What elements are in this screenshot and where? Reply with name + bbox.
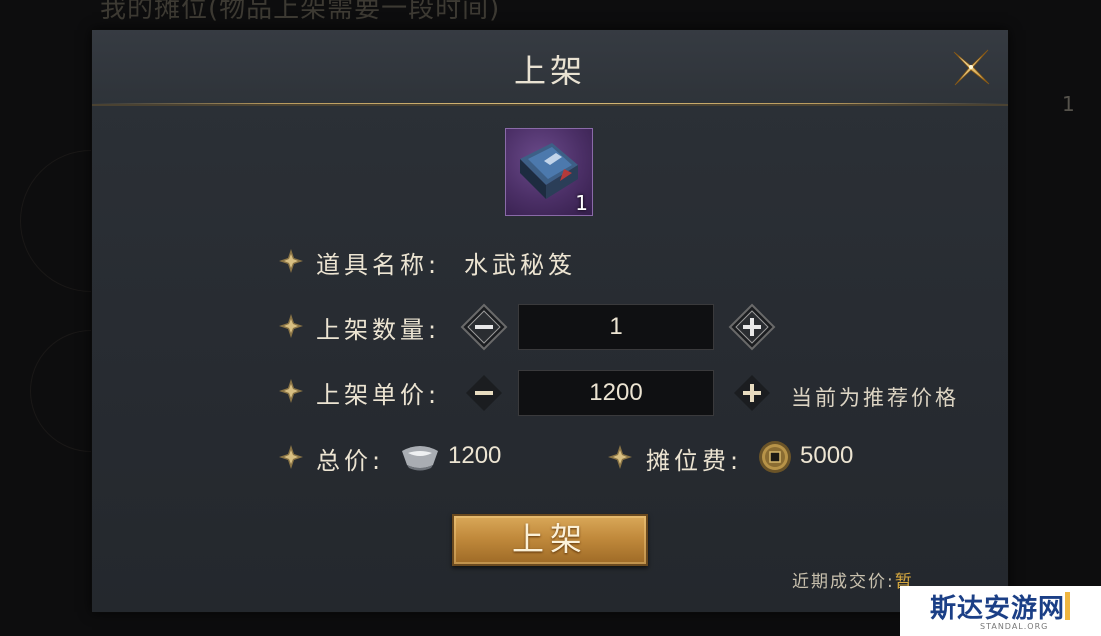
unit-price-input[interactable]: 1200: [518, 370, 714, 416]
plus-icon: [728, 303, 776, 351]
diamond-bullet-icon: [279, 445, 303, 469]
close-button[interactable]: [948, 44, 994, 90]
diamond-bullet-icon: [279, 379, 303, 403]
quantity-label: 上架数量:: [316, 316, 441, 344]
watermark-logo: 斯达安游网 STANDAL.ORG: [900, 586, 1101, 636]
quantity-input[interactable]: 1: [518, 304, 714, 350]
price-decrement-button[interactable]: [460, 369, 508, 417]
header-divider: [92, 103, 1008, 104]
close-x-icon: [953, 49, 990, 86]
quantity-decrement-button[interactable]: [460, 303, 508, 351]
recent-price: 近期成交价:暂: [792, 567, 914, 592]
copper-coin-icon: [759, 441, 791, 473]
silver-ingot-icon: [402, 446, 438, 471]
quantity-increment-button[interactable]: [728, 303, 776, 351]
recent-price-label: 近期成交价:: [792, 572, 895, 592]
diamond-bullet-icon: [279, 249, 303, 273]
stall-fee-value: 5000: [800, 442, 854, 469]
background-count: 1: [1062, 92, 1075, 116]
watermark-text: 斯达安游网: [930, 594, 1066, 624]
item-name-label: 道具名称:: [316, 251, 441, 279]
item-slot[interactable]: 1: [505, 128, 593, 216]
stall-fee-label: 摊位费:: [646, 447, 743, 475]
list-item-dialog: 上架 1 道具名称: 水武秘笈 上架数量: 1 上架单价: 1200 当前为推荐…: [92, 30, 1008, 612]
total-price-label: 总价:: [316, 447, 385, 475]
diamond-bullet-icon: [608, 445, 632, 469]
minus-icon: [466, 375, 502, 411]
watermark-bar: [1065, 592, 1070, 620]
watermark-subtext: STANDAL.ORG: [980, 622, 1049, 631]
dialog-title: 上架: [513, 52, 586, 90]
price-increment-button[interactable]: [728, 369, 776, 417]
minus-icon: [460, 303, 508, 351]
background-stall-title: 我的摊位(物品上架需要一段时间): [100, 0, 501, 24]
item-quantity-badge: 1: [575, 191, 588, 215]
plus-icon: [734, 375, 770, 411]
unit-price-label: 上架单价:: [316, 381, 441, 409]
item-name-value: 水武秘笈: [464, 251, 576, 279]
recommended-price-hint: 当前为推荐价格: [791, 386, 959, 410]
list-item-confirm-button[interactable]: 上架: [452, 514, 648, 566]
total-price-value: 1200: [448, 442, 502, 469]
diamond-bullet-icon: [279, 314, 303, 338]
